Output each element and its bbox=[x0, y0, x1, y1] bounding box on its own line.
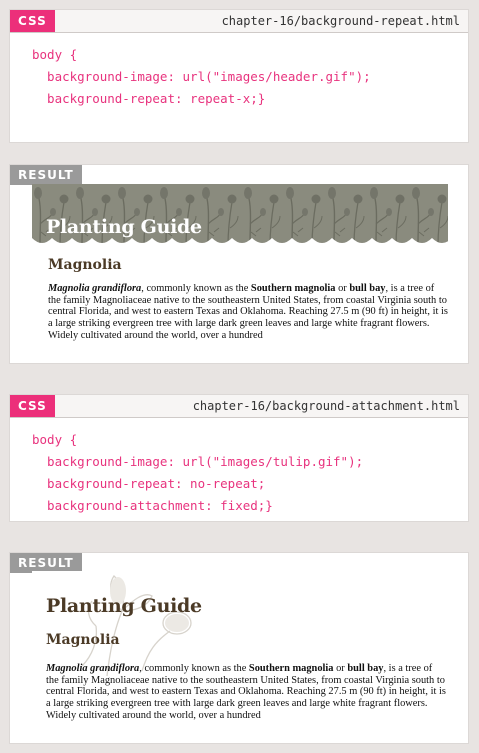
bold-span: Southern magnolia bbox=[250, 283, 336, 294]
bold-span: Southern magnolia bbox=[248, 663, 334, 674]
file-bar: chapter-16/background-repeat.html bbox=[10, 10, 468, 33]
code-line: body { bbox=[32, 432, 78, 447]
page-title: Planting Guide bbox=[46, 216, 202, 238]
filename: chapter-16/background-repeat.html bbox=[221, 14, 460, 28]
code-line: body { bbox=[32, 47, 78, 62]
text-span: or bbox=[335, 283, 350, 294]
page-title: Planting Guide bbox=[46, 595, 202, 617]
result-panel-background-repeat: RESULT Planting Guide Magnolia Magnolia … bbox=[10, 165, 468, 363]
bold-span: bull bay bbox=[349, 283, 386, 294]
page-heading: Magnolia bbox=[46, 632, 120, 648]
bold-span: bull bay bbox=[347, 663, 384, 674]
code-line: background-repeat: no-repeat; bbox=[32, 476, 266, 491]
css-panel-background-repeat: chapter-16/background-repeat.html CSS bo… bbox=[10, 10, 468, 142]
code-block: body { background-image: url("images/hea… bbox=[32, 44, 371, 110]
css-tag: CSS bbox=[10, 395, 55, 417]
file-bar: chapter-16/background-attachment.html bbox=[10, 395, 468, 418]
browser-preview: Planting Guide Magnolia Magnolia grandif… bbox=[32, 184, 448, 346]
result-tag: RESULT bbox=[10, 165, 82, 185]
css-panel-background-attachment: chapter-16/background-attachment.html CS… bbox=[10, 395, 468, 521]
result-panel-background-attachment: RESULT Planting Guide Magnolia Magnolia … bbox=[10, 553, 468, 743]
text-span: or bbox=[333, 663, 348, 674]
plant-name: Magnolia grandiflora bbox=[48, 283, 142, 294]
result-tag: RESULT bbox=[10, 553, 82, 573]
text-span: , commonly known as the bbox=[139, 663, 249, 674]
code-line: background-image: url("images/tulip.gif"… bbox=[32, 454, 364, 469]
code-block: body { background-image: url("images/tul… bbox=[32, 429, 363, 517]
page-paragraph: Magnolia grandiflora, commonly known as … bbox=[46, 663, 446, 721]
code-line: background-attachment: fixed;} bbox=[32, 498, 273, 513]
code-line: background-repeat: repeat-x;} bbox=[32, 91, 266, 106]
page-heading: Magnolia bbox=[48, 257, 122, 273]
code-line: background-image: url("images/header.gif… bbox=[32, 69, 371, 84]
text-span: , commonly known as the bbox=[141, 283, 251, 294]
css-tag: CSS bbox=[10, 10, 55, 32]
plant-name: Magnolia grandiflora bbox=[46, 663, 140, 674]
browser-preview: Planting Guide Magnolia Magnolia grandif… bbox=[32, 571, 448, 731]
page-paragraph: Magnolia grandiflora, commonly known as … bbox=[48, 283, 448, 343]
filename: chapter-16/background-attachment.html bbox=[192, 399, 460, 413]
